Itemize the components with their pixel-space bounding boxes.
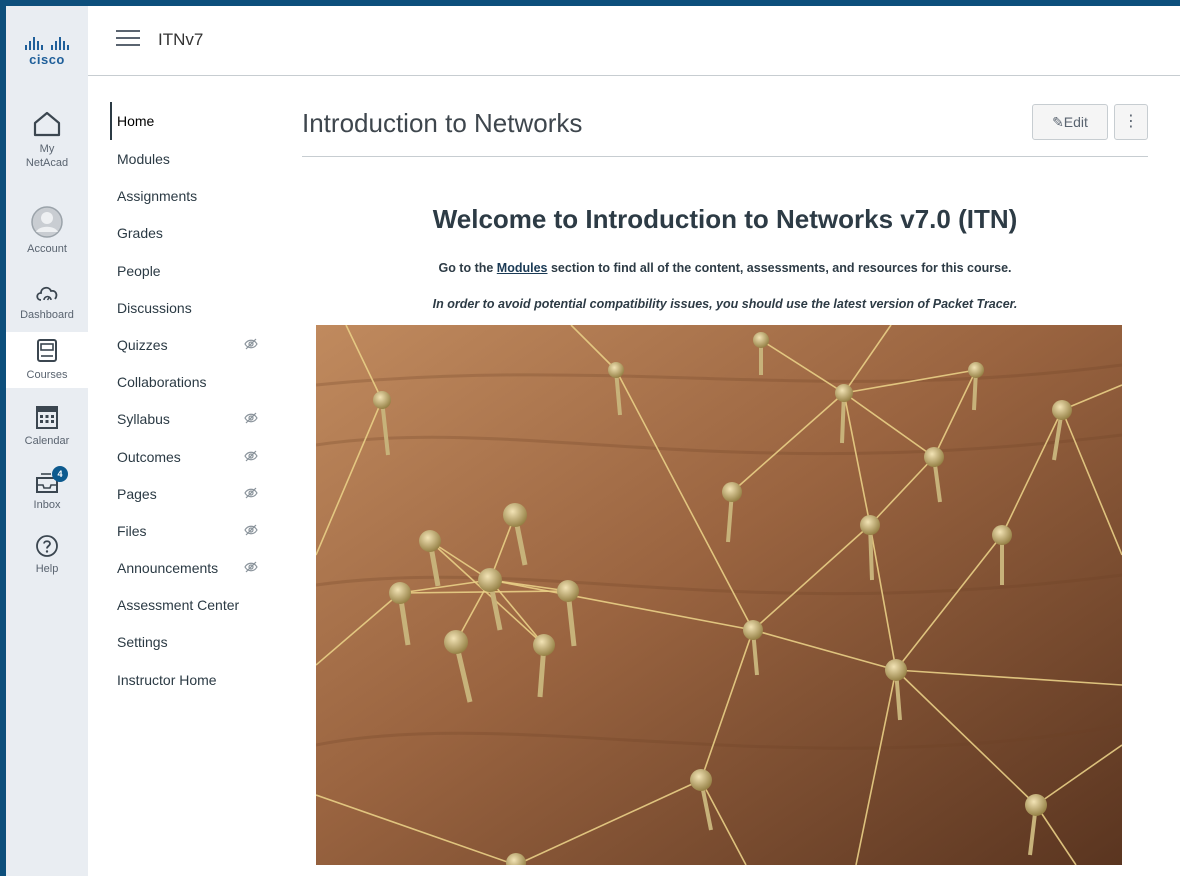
course-nav: Home Modules Assignments Grades People D… — [110, 102, 280, 698]
global-nav-inbox[interactable]: 4 Inbox — [6, 466, 88, 512]
page-title: Introduction to Networks — [302, 108, 583, 138]
hamburger-menu-icon[interactable] — [116, 30, 140, 48]
packet-tracer-notice: In order to avoid potential compatibilit… — [432, 297, 1018, 311]
course-nav-files[interactable]: Files — [110, 512, 280, 549]
pencil-icon: ✎ — [1052, 114, 1064, 130]
cisco-logo[interactable]: cisco — [12, 36, 82, 67]
course-nav-discussions[interactable]: Discussions — [110, 289, 280, 326]
course-nav-settings[interactable]: Settings — [110, 623, 280, 660]
course-nav-label: Announcements — [117, 560, 219, 577]
modules-link[interactable]: Modules — [497, 261, 548, 275]
more-options-button[interactable]: ⋮ — [1114, 104, 1148, 140]
course-nav-label: Quizzes — [117, 336, 168, 353]
account-icon — [31, 206, 63, 238]
global-nav-label: Dashboard — [20, 309, 74, 321]
global-nav-label: NetAcad — [25, 157, 69, 169]
course-nav-home[interactable]: Home — [110, 102, 280, 140]
course-nav-label: People — [117, 262, 161, 279]
course-nav-announcements[interactable]: Announcements — [110, 549, 280, 586]
network-hero-image — [316, 325, 1122, 865]
course-nav-modules[interactable]: Modules — [110, 140, 280, 177]
cisco-logo-text: cisco — [29, 52, 65, 67]
global-nav-label: My — [39, 143, 55, 155]
global-nav-label: Courses — [26, 369, 68, 381]
title-divider — [302, 156, 1148, 157]
course-nav-label: Assignments — [117, 188, 198, 205]
eye-slash-icon — [244, 338, 258, 350]
kebab-menu-icon: ⋮ — [1123, 113, 1139, 130]
dashboard-icon — [36, 286, 58, 301]
eye-slash-icon — [244, 487, 258, 499]
intro-suffix: section to find all of the content, asse… — [547, 261, 1012, 275]
course-nav-label: Outcomes — [117, 448, 181, 465]
course-nav-outcomes[interactable]: Outcomes — [110, 438, 280, 475]
course-nav-label: Assessment Center — [117, 597, 240, 614]
course-nav-assignments[interactable]: Assignments — [110, 177, 280, 214]
course-nav-people[interactable]: People — [110, 252, 280, 289]
top-bar: ITNv7 — [0, 0, 1180, 76]
course-nav-label: Home — [117, 113, 155, 129]
global-nav-label: Account — [27, 243, 67, 255]
global-nav-label: Calendar — [24, 435, 70, 447]
course-nav-label: Settings — [117, 634, 168, 651]
course-nav-label: Collaborations — [117, 374, 207, 391]
network-pins-illustration — [316, 325, 1122, 865]
course-nav-instructor-home[interactable]: Instructor Home — [110, 661, 280, 698]
course-nav-label: Discussions — [117, 299, 192, 316]
global-nav-dashboard[interactable]: Dashboard — [6, 282, 88, 322]
course-nav-grades[interactable]: Grades — [110, 214, 280, 251]
global-nav-courses[interactable]: Courses — [6, 332, 88, 388]
edit-button-label: Edit — [1063, 114, 1088, 130]
global-nav: cisco My NetAcad Account Dashboard Cours… — [0, 0, 88, 876]
course-nav-label: Syllabus — [117, 411, 170, 428]
global-nav-label: Help — [35, 563, 59, 575]
intro-prefix: Go to the — [438, 261, 497, 275]
course-nav-assessment-center[interactable]: Assessment Center — [110, 586, 280, 623]
intro-text: Go to the Modules section to find all of… — [302, 261, 1148, 275]
global-nav-calendar[interactable]: Calendar — [6, 404, 88, 448]
calendar-icon — [36, 406, 58, 429]
global-nav-label: Inbox — [33, 499, 61, 511]
inbox-unread-badge: 4 — [52, 466, 68, 482]
course-nav-label: Modules — [117, 151, 170, 167]
eye-slash-icon — [244, 561, 258, 573]
eye-slash-icon — [244, 524, 258, 536]
course-nav-syllabus[interactable]: Syllabus — [110, 400, 280, 437]
global-nav-account[interactable]: Account — [6, 206, 88, 256]
global-nav-my-netacad[interactable]: My NetAcad — [6, 110, 88, 170]
welcome-heading: Welcome to Introduction to Networks v7.0… — [432, 204, 1018, 234]
help-icon — [36, 535, 58, 557]
course-nav-label: Grades — [117, 225, 163, 242]
course-nav-pages[interactable]: Pages — [110, 475, 280, 512]
course-nav-collaborations[interactable]: Collaborations — [110, 363, 280, 400]
cisco-logo-bars-icon — [12, 36, 82, 50]
edit-button[interactable]: ✎Edit — [1032, 104, 1108, 140]
course-nav-label: Pages — [117, 485, 157, 502]
eye-slash-icon — [244, 450, 258, 461]
course-nav-quizzes[interactable]: Quizzes — [110, 326, 280, 363]
course-nav-label: Instructor Home — [117, 671, 217, 688]
global-nav-help[interactable]: Help — [6, 534, 88, 576]
home-icon — [33, 111, 61, 137]
eye-slash-icon — [244, 412, 258, 424]
course-nav-label: Files — [117, 522, 147, 539]
courses-icon — [37, 339, 57, 362]
breadcrumb-course[interactable]: ITNv7 — [158, 30, 203, 50]
